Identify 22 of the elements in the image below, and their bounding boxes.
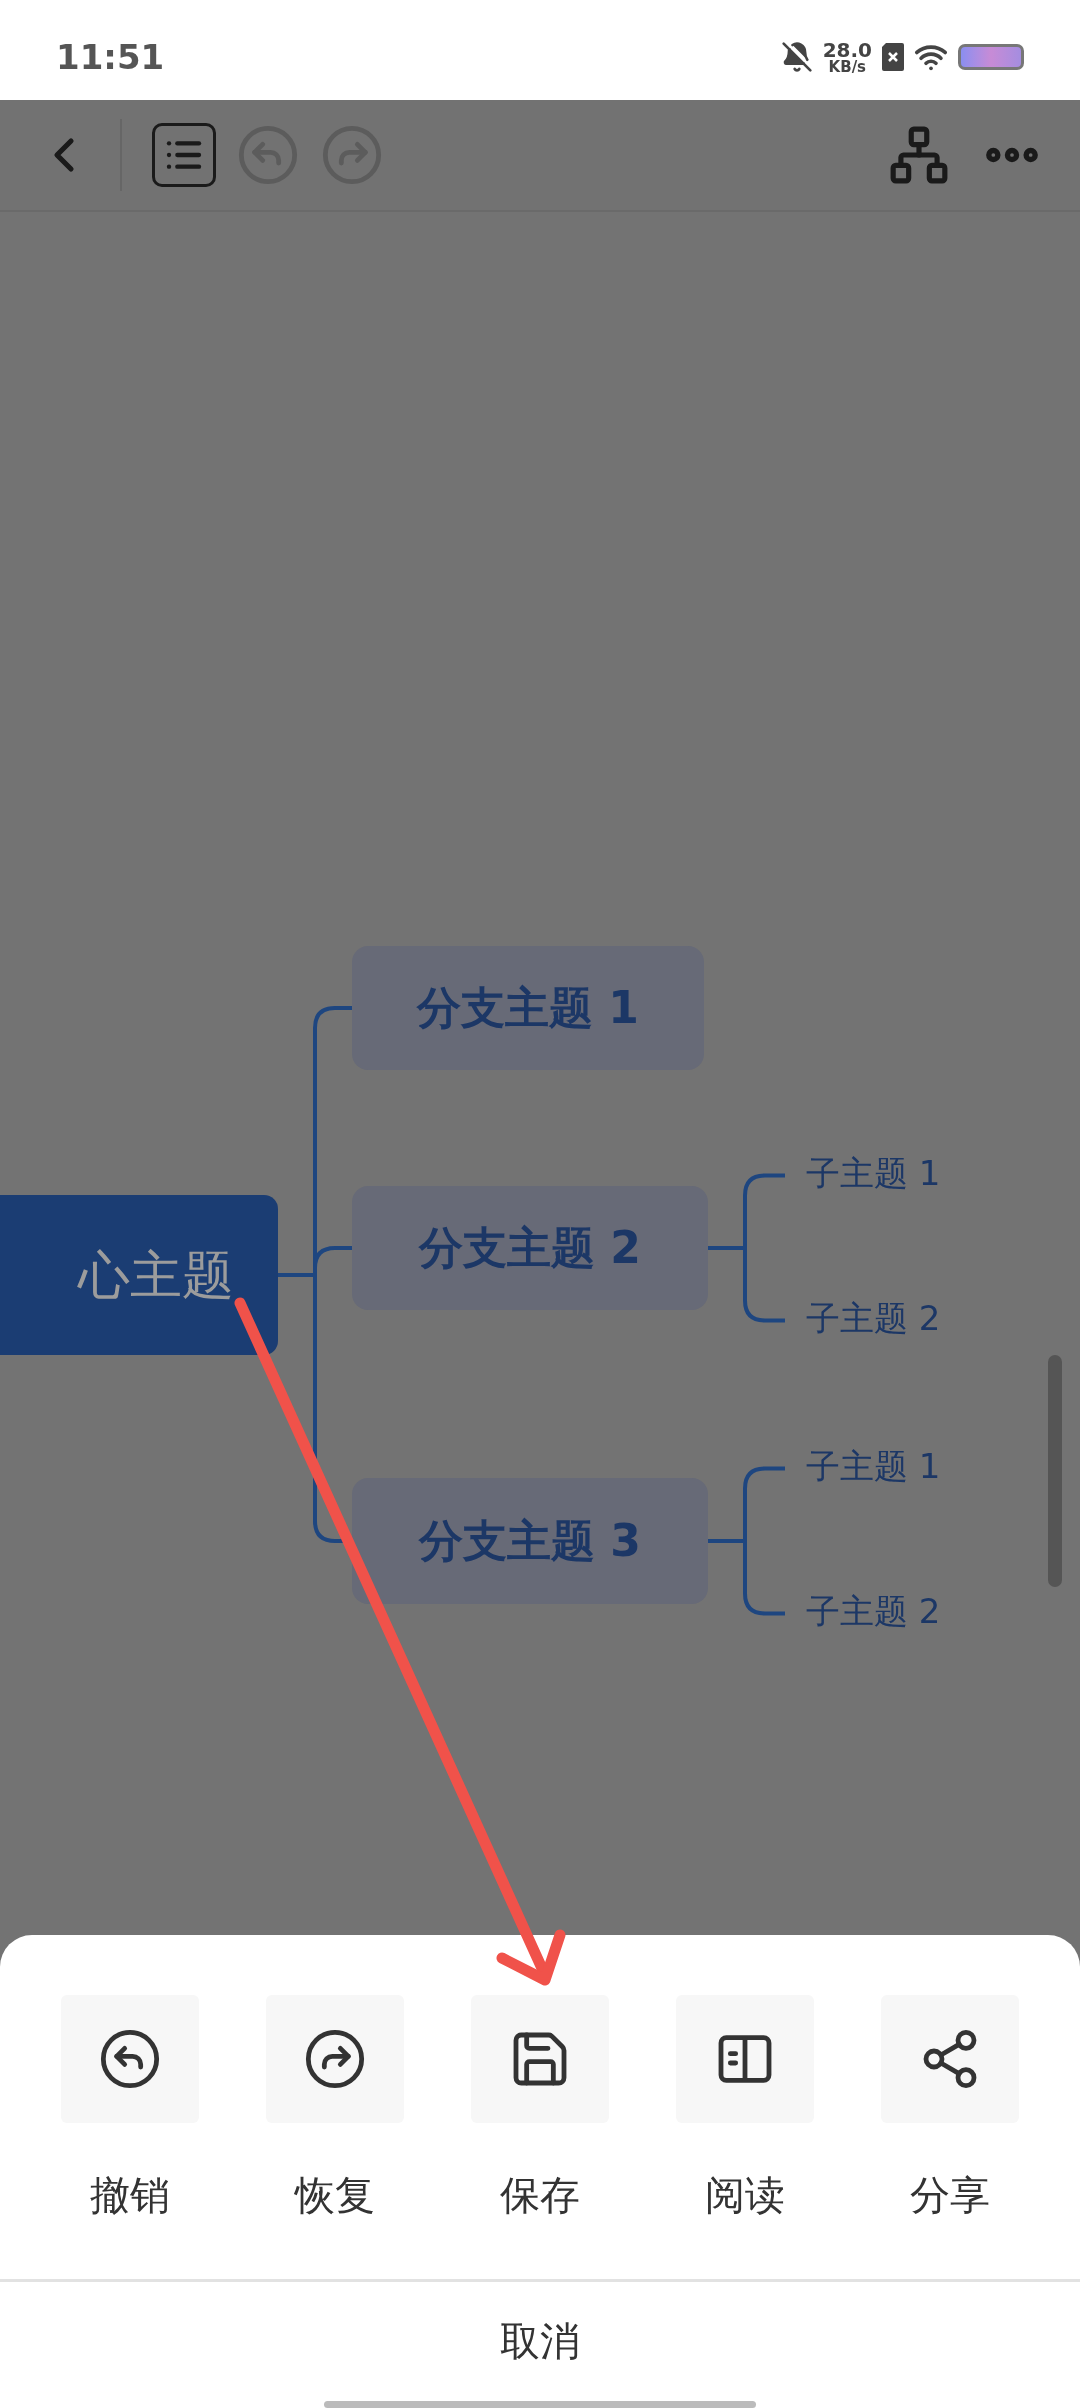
central-topic[interactable]: 心主题 [0,1195,278,1355]
branch-topic[interactable]: 分支主题 3 [352,1478,708,1604]
branch-topic[interactable]: 分支主题 2 [352,1186,708,1310]
structure-icon[interactable] [888,124,950,186]
outline-button[interactable] [152,123,216,187]
action-button[interactable]: 恢复 [232,1995,438,2225]
action-button[interactable]: 撤销 [28,1995,233,2225]
sim-card-icon [882,43,904,71]
subtopic[interactable]: 子主题 1 [806,1448,941,1483]
subtopic[interactable]: 子主题 2 [806,1593,941,1628]
branch-topic[interactable]: 分支主题 1 [352,946,704,1070]
action-button[interactable]: 阅读 [642,1995,848,2225]
subtopic[interactable]: 子主题 2 [806,1300,941,1335]
action-button[interactable]: 分享 [847,1995,1052,2225]
subtopic[interactable]: 子主题 1 [806,1155,941,1190]
cancel-button[interactable]: 取消 [0,2281,1080,2401]
action-button[interactable]: 保存 [437,1995,643,2225]
network-speed: 28.0 [822,39,872,60]
battery-icon [958,44,1024,70]
status-time: 11:51 [56,35,165,79]
network-unit: KB/s [828,59,867,75]
bell-off-icon [780,41,813,73]
